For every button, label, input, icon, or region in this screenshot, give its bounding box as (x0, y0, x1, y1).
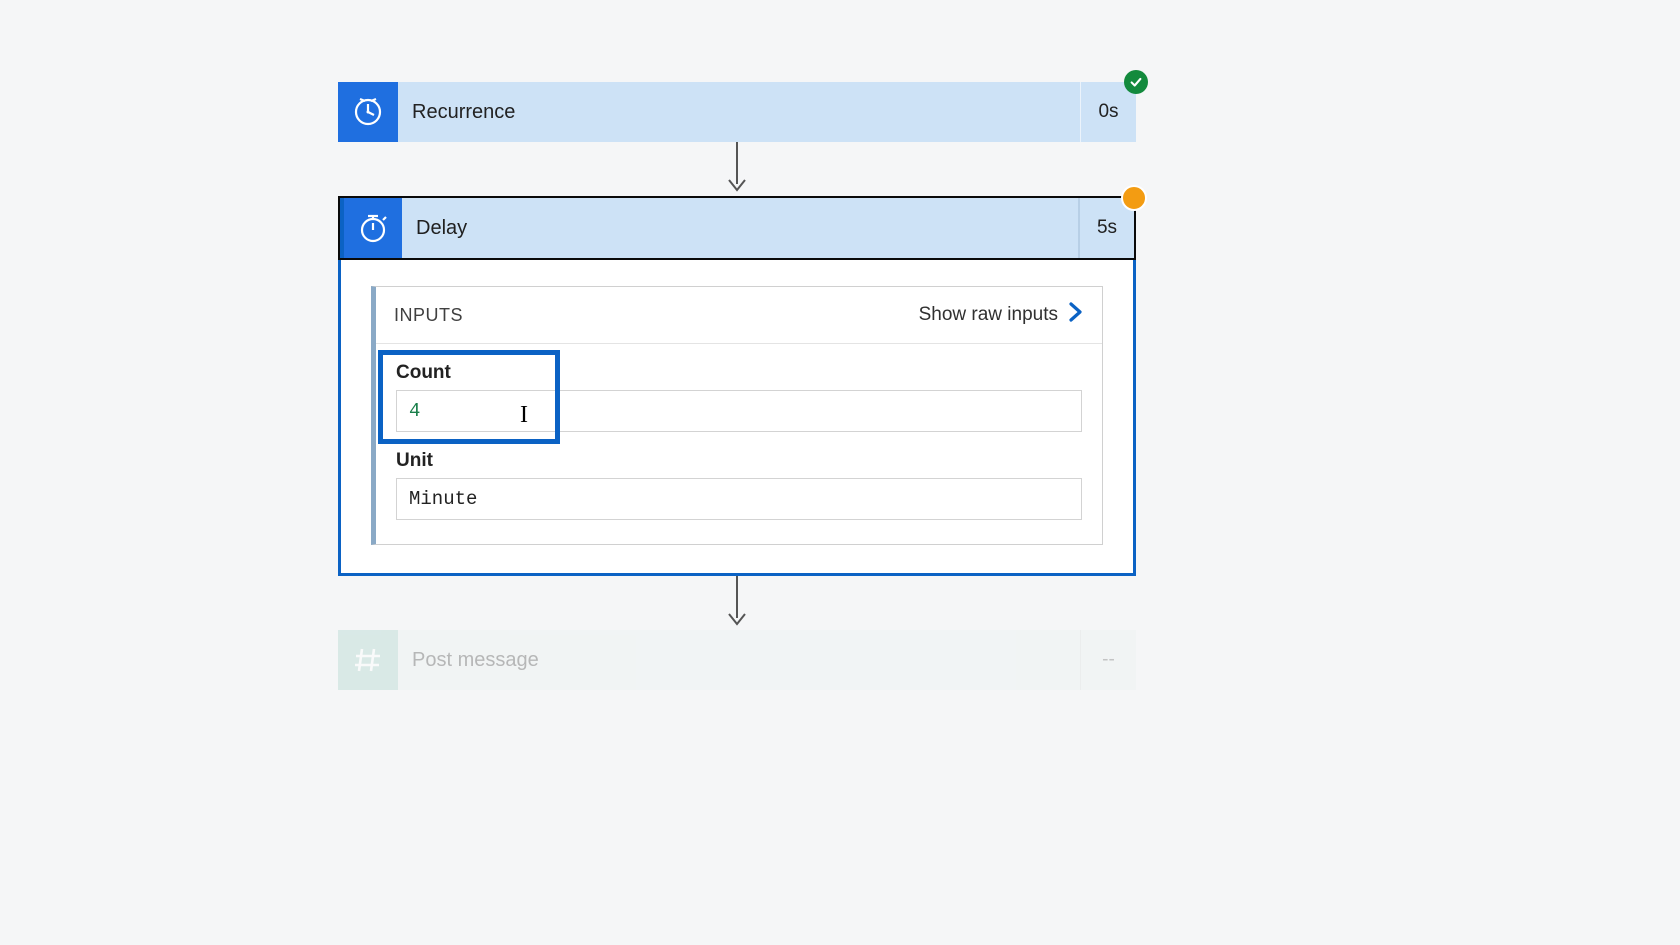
step-post-message[interactable]: Post message -- (338, 630, 1136, 690)
flow-canvas: Recurrence 0s Delay (338, 82, 1136, 690)
inputs-header-title: INPUTS (394, 305, 463, 326)
unit-label: Unit (396, 450, 1082, 472)
count-input[interactable] (396, 390, 1082, 432)
connector-arrow-icon (338, 576, 1136, 630)
show-raw-inputs-label: Show raw inputs (919, 304, 1058, 326)
unit-field-block: Unit (396, 450, 1082, 520)
step-title: Post message (398, 630, 1080, 690)
chevron-right-icon (1068, 301, 1084, 329)
step-header[interactable]: Recurrence 0s (338, 82, 1136, 142)
inputs-form: I Count Unit (376, 344, 1102, 544)
count-label: Count (396, 362, 1082, 384)
unit-input[interactable] (396, 478, 1082, 520)
connector-arrow-icon (338, 142, 1136, 196)
running-badge-icon (1121, 185, 1147, 211)
hash-icon (338, 630, 398, 690)
show-raw-inputs-link[interactable]: Show raw inputs (919, 301, 1084, 329)
recurrence-icon (338, 82, 398, 142)
delay-icon (340, 198, 402, 258)
step-header[interactable]: Delay 5s (338, 196, 1136, 260)
inputs-header: INPUTS Show raw inputs (376, 287, 1102, 344)
step-duration: -- (1080, 630, 1136, 690)
inputs-panel: INPUTS Show raw inputs I (371, 286, 1103, 545)
step-body: INPUTS Show raw inputs I (341, 260, 1133, 573)
step-header[interactable]: Post message -- (338, 630, 1136, 690)
step-recurrence[interactable]: Recurrence 0s (338, 82, 1136, 142)
count-field-block: Count (396, 362, 1082, 432)
success-badge-icon (1124, 70, 1148, 94)
step-title: Recurrence (398, 82, 1080, 142)
step-delay[interactable]: Delay 5s INPUTS Show raw inputs (338, 196, 1136, 576)
step-title: Delay (402, 198, 1078, 258)
